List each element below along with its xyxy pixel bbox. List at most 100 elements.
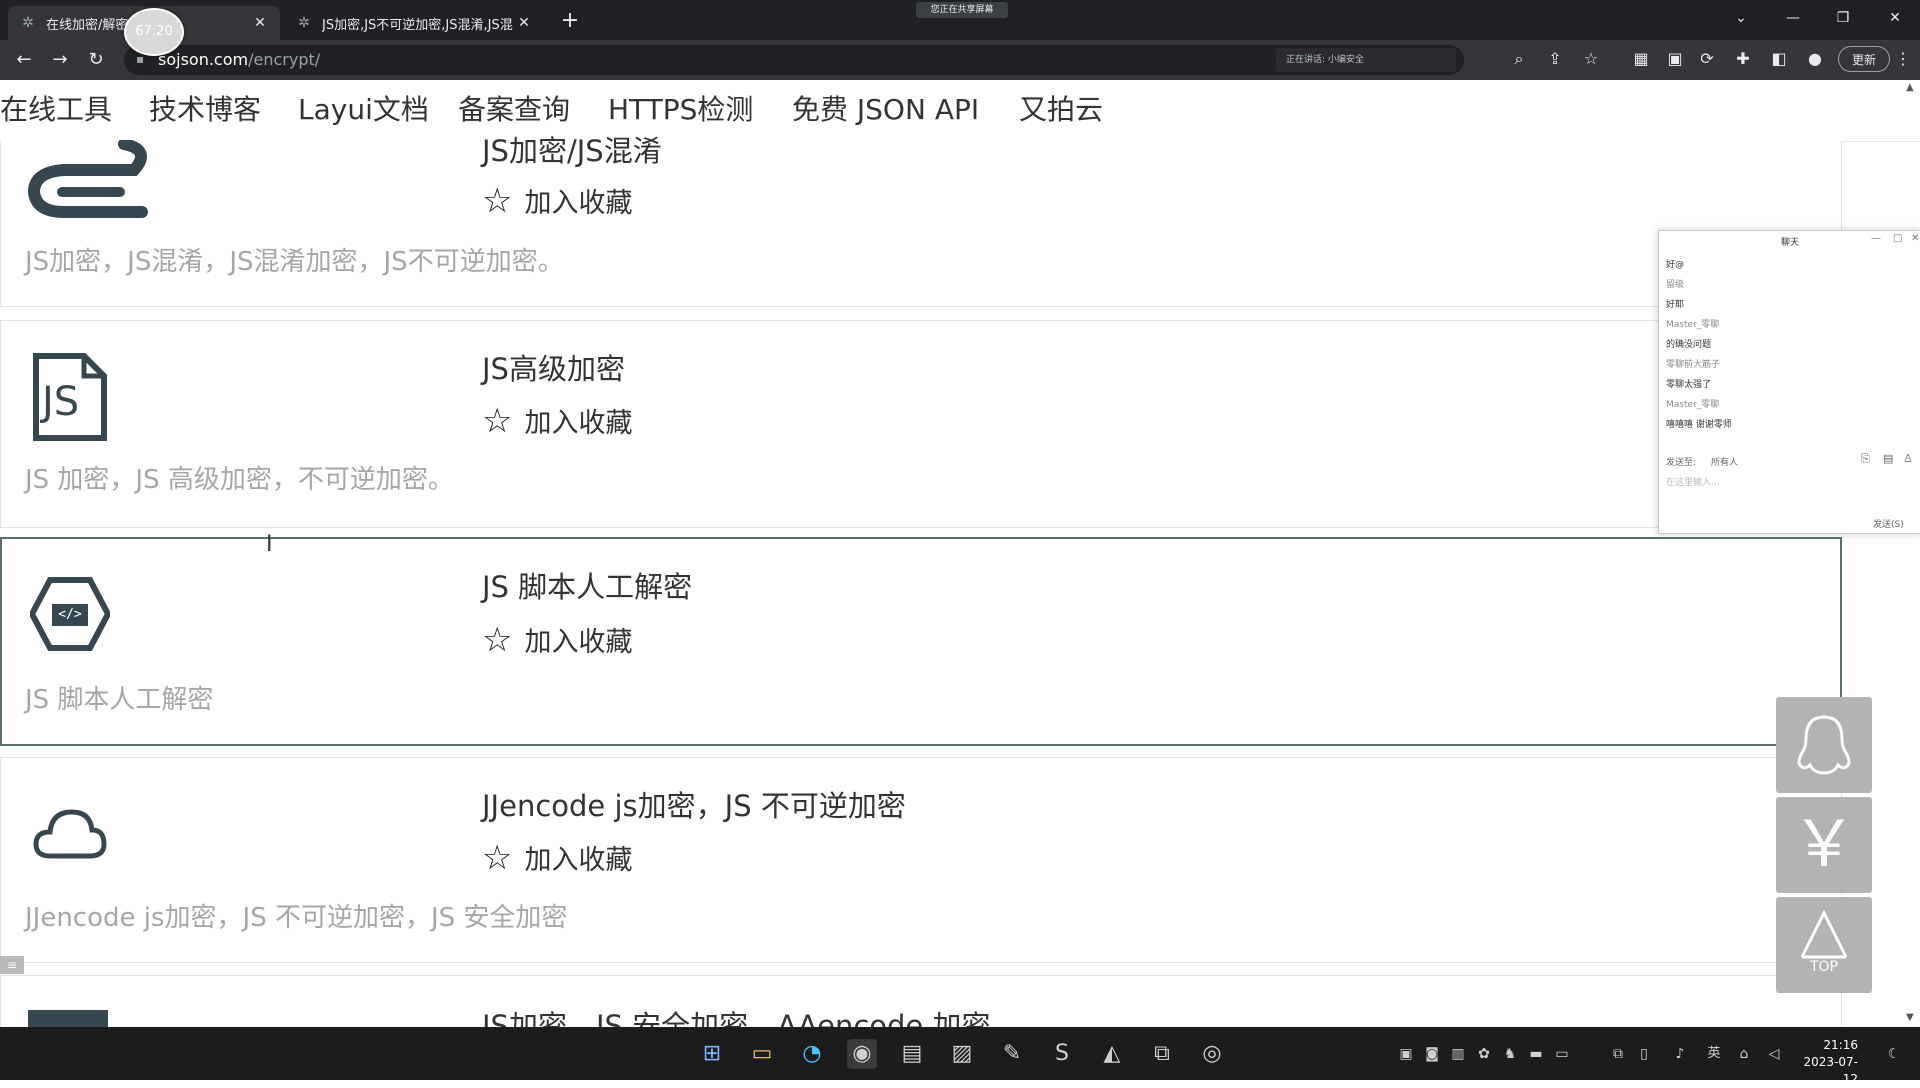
scroll-down-arrow-icon[interactable]: ▼ [1906,1012,1920,1024]
share-icon[interactable]: ⇪ [1544,48,1566,70]
url-host: sojson.com [158,50,249,69]
nav-https-check[interactable]: HTTPS检测 [608,92,753,128]
tool-card[interactable] [0,537,1842,746]
compass-app-icon[interactable]: ◎ [1197,1039,1227,1069]
microphone-icon[interactable]: ♪ [1670,1044,1690,1064]
profile-icon[interactable]: ● [1804,48,1826,70]
maximize-icon[interactable]: □ [1893,233,1902,244]
tray-app-icon[interactable]: ✿ [1474,1044,1494,1064]
add-favorite-label: 加入收藏 [524,845,633,876]
tray-app-icon[interactable]: ▬ [1526,1044,1546,1064]
send-button[interactable]: 发送(S) [1873,517,1904,530]
tab-title: JS加密,JS不可逆加密,JS混淆,JS混 [322,17,513,33]
close-tab-icon[interactable]: ✕ [252,15,268,31]
chat-message: Master_零聊 [1666,320,1720,330]
input-language-indicator[interactable]: 英 [1704,1044,1724,1064]
recording-timer: 67:20 [124,8,184,56]
add-favorite[interactable]: ☆ 加入收藏 [482,401,632,440]
reload-icon[interactable]: ↻ [84,48,108,72]
network-icon[interactable]: ⌂ [1734,1044,1754,1064]
tray-camera-icon[interactable]: ◙ [1422,1044,1442,1064]
bookmark-star-icon[interactable]: ☆ [1580,48,1602,70]
extension-qr-icon[interactable]: ▣ [1664,48,1686,70]
puzzle-icon[interactable]: ✚ [1732,48,1754,70]
tab-inactive[interactable]: ✲ JS加密,JS不可逆加密,JS混淆,JS混 ✕ [284,6,544,40]
tray-app-icon[interactable]: ▥ [1448,1044,1468,1064]
edge-browser-icon[interactable]: ◔ [797,1039,827,1069]
tab-search-icon[interactable]: ⌄ [1726,8,1756,28]
back-to-top-button[interactable]: TOP [1776,897,1872,993]
close-icon[interactable]: ✕ [1911,233,1919,244]
volume-icon[interactable]: ◁ [1764,1044,1784,1064]
minimize-button[interactable]: — [1778,8,1808,28]
notepad-icon[interactable]: ▤ [897,1039,927,1069]
tool-card[interactable] [0,141,1842,307]
yen-icon: ￥ [1792,808,1856,882]
send-to-select[interactable]: 所有人 [1711,455,1738,468]
new-tab-button[interactable]: + [556,8,584,36]
forward-arrow-icon[interactable]: → [48,48,72,72]
close-window-button[interactable]: ✕ [1880,8,1910,28]
tool-card[interactable] [0,320,1842,528]
side-panel-icon[interactable]: ◧ [1768,48,1790,70]
back-arrow-icon[interactable]: ← [12,48,36,72]
qq-contact-button[interactable] [1776,697,1872,793]
chat-message: 的确没问题 [1666,340,1712,350]
menu-dots-icon[interactable]: ⋮ [1892,48,1914,70]
tray-app-icon[interactable]: ▣ [1396,1044,1416,1064]
start-windows-icon[interactable]: ⊞ [697,1039,727,1069]
chat-message: 留级 [1666,280,1685,290]
card-description: JS 加密，JS 高级加密，不可逆加密。 [25,465,454,495]
extension-icon[interactable]: ▦ [1630,48,1652,70]
android-app-icon[interactable]: ◭ [1097,1039,1127,1069]
multitask-icon[interactable]: ⧉ [1147,1039,1177,1069]
card-title[interactable]: JS 脚本人工解密 [482,564,692,606]
chat-message: 零聊前大筋子 [1666,360,1721,370]
card-title[interactable]: JJencode js加密，JS 不可逆加密 [482,783,906,825]
nav-layui-docs[interactable]: Layui文档 [298,92,429,128]
tray-phone-icon[interactable]: ▯ [1634,1044,1654,1064]
chat-input[interactable]: 在这里输入… [1666,475,1720,488]
file-icon[interactable]: ⎘ [1861,452,1870,466]
zoom-icon[interactable]: ⌕ [1508,48,1530,70]
chrome-browser-icon[interactable]: ◉ [847,1039,877,1069]
notification-moon-icon[interactable]: ☾ [1884,1044,1904,1064]
url-path: /encrypt/ [248,50,321,69]
add-favorite[interactable]: ☆ 加入收藏 [482,620,632,659]
tray-copy-icon[interactable]: ⧉ [1608,1044,1628,1064]
nav-json-api[interactable]: 免费 JSON API [792,92,979,128]
collapse-handle-icon[interactable]: ≡ [0,956,24,974]
editor-icon[interactable]: ✎ [997,1039,1027,1069]
gear-favicon-icon: ✲ [298,15,310,31]
nav-tech-blog[interactable]: 技术博客 [149,92,261,128]
restore-button[interactable]: ❐ [1828,8,1858,28]
close-tab-icon[interactable]: ✕ [516,15,532,31]
gear-favicon-icon: ✲ [22,15,34,31]
extension-sync-icon[interactable]: ⟳ [1696,48,1718,70]
minimize-icon[interactable]: — [1871,233,1881,244]
card-title[interactable]: JS高级加密 [482,346,625,388]
address-bar[interactable] [124,45,1464,75]
add-favorite-label: 加入收藏 [524,188,633,219]
send-to-label: 发送至: [1666,458,1697,468]
star-icon: ☆ [482,837,513,878]
save-icon[interactable]: ▤ [1883,452,1893,465]
penguin-icon [1797,715,1851,775]
tray-app-icon[interactable]: ▭ [1552,1044,1572,1064]
scroll-up-arrow-icon[interactable]: ▲ [1906,82,1920,94]
cloud-icon [32,806,108,862]
update-button[interactable]: 更新 [1838,46,1890,72]
add-favorite[interactable]: ☆ 加入收藏 [482,838,632,877]
nav-online-tools[interactable]: 在线工具 [0,92,112,128]
nav-upyun[interactable]: 又拍云 [1019,92,1103,128]
add-favorite[interactable]: ☆ 加入收藏 [482,181,632,220]
photos-icon[interactable]: ▨ [947,1039,977,1069]
person-icon[interactable]: ♙ [1903,452,1913,465]
card-title[interactable]: JS加密/JS混淆 [482,128,662,170]
nav-icp-lookup[interactable]: 备案查询 [458,92,570,128]
donate-button[interactable]: ￥ [1776,797,1872,893]
tray-app-icon[interactable]: ♞ [1500,1044,1520,1064]
file-explorer-icon[interactable]: ▭ [747,1039,777,1069]
system-clock[interactable]: 21:16 2023-07-12 [1796,1037,1858,1088]
sublime-text-icon[interactable]: S [1047,1039,1077,1069]
